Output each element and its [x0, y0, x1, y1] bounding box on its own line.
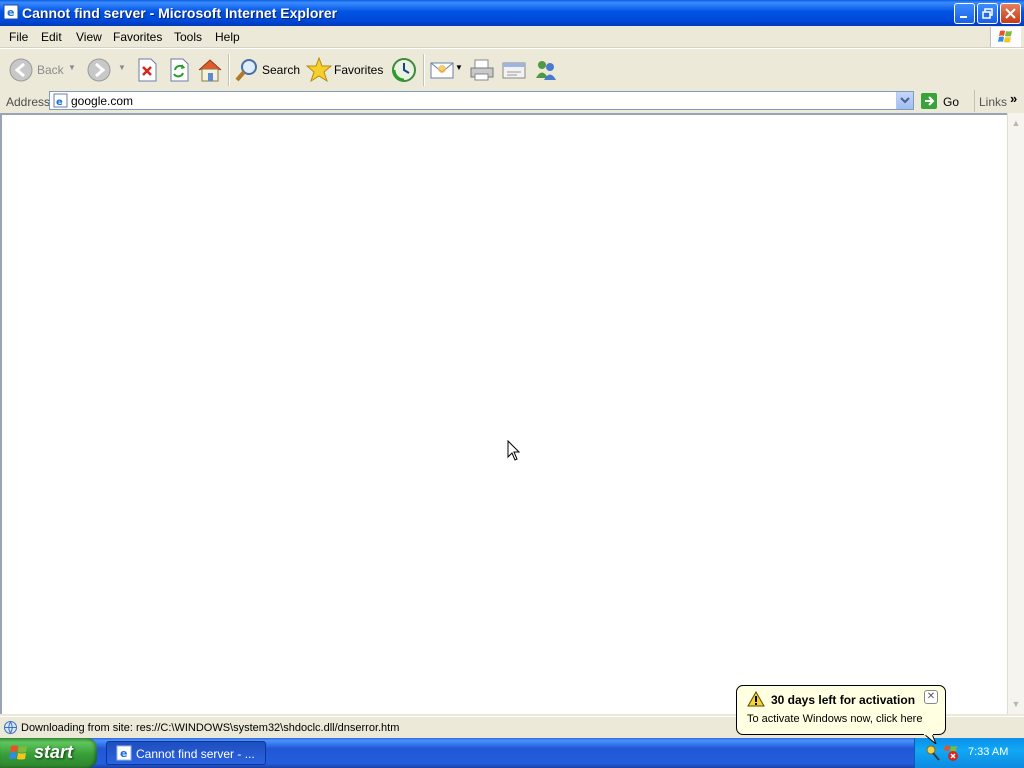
- forward-button[interactable]: ▼: [86, 55, 128, 85]
- mail-icon: [430, 62, 454, 79]
- back-button[interactable]: Back ▼: [6, 55, 76, 85]
- address-dropdown-button[interactable]: [896, 92, 913, 109]
- taskbar-item-label: Cannot find server - ...: [136, 747, 255, 761]
- mail-dropdown-icon[interactable]: ▼: [455, 63, 463, 72]
- svg-text:e: e: [7, 6, 14, 19]
- back-label: Back: [37, 63, 64, 77]
- minimize-icon: [960, 16, 967, 18]
- menu-view[interactable]: View: [76, 30, 102, 44]
- back-dropdown-icon[interactable]: ▼: [68, 63, 76, 72]
- vertical-scrollbar[interactable]: ▲ ▼: [1007, 113, 1024, 714]
- title-bar[interactable]: e Cannot find server - Microsoft Interne…: [0, 0, 1024, 26]
- go-button[interactable]: Go: [920, 92, 970, 110]
- history-button[interactable]: [390, 55, 418, 85]
- address-bar: Address e google.com Go Links »: [0, 90, 1024, 114]
- favorites-button[interactable]: Favorites: [305, 55, 385, 85]
- search-icon: [235, 59, 257, 82]
- scroll-down-icon[interactable]: ▼: [1008, 696, 1024, 712]
- restore-icon: [982, 8, 993, 19]
- close-icon: [1005, 8, 1016, 19]
- edit-page-icon: [502, 62, 526, 79]
- home-button[interactable]: [196, 55, 224, 85]
- address-input[interactable]: e google.com: [49, 91, 914, 110]
- home-icon: [198, 59, 222, 82]
- menu-help[interactable]: Help: [215, 30, 240, 44]
- go-arrow-icon: [921, 93, 937, 109]
- start-button[interactable]: start: [0, 738, 97, 768]
- links-button[interactable]: Links: [979, 95, 1007, 109]
- edit-button[interactable]: [500, 55, 528, 85]
- scroll-up-icon[interactable]: ▲: [1008, 115, 1024, 131]
- go-label: Go: [943, 95, 960, 109]
- window-title: Cannot find server - Microsoft Internet …: [22, 5, 338, 21]
- warning-icon: [747, 691, 765, 707]
- close-button[interactable]: [1000, 3, 1021, 24]
- page-icon: e: [53, 93, 68, 108]
- activation-key-icon[interactable]: [925, 744, 941, 762]
- address-separator: [974, 90, 975, 112]
- standard-toolbar: Back ▼ ▼ Search Favorites ▼: [0, 48, 1024, 92]
- search-button[interactable]: Search: [233, 55, 301, 85]
- balloon-tail: [924, 734, 937, 744]
- status-text: Downloading from site: res://C:\WINDOWS\…: [21, 722, 400, 734]
- toolbar-separator: [423, 54, 425, 86]
- search-label: Search: [262, 63, 301, 77]
- taskbar: start e Cannot find server - ... 7:33 AM: [0, 738, 1024, 768]
- favorites-label: Favorites: [334, 63, 384, 77]
- refresh-button[interactable]: [166, 55, 192, 85]
- balloon-message[interactable]: To activate Windows now, click here: [747, 713, 922, 725]
- refresh-icon: [170, 58, 189, 82]
- activation-balloon[interactable]: 30 days left for activation To activate …: [736, 685, 946, 735]
- taskbar-item-internet-explorer[interactable]: e Cannot find server - ...: [106, 741, 266, 765]
- menu-edit[interactable]: Edit: [41, 30, 62, 44]
- page-content[interactable]: [0, 113, 1007, 714]
- stop-button[interactable]: [134, 55, 160, 85]
- messenger-icon: [536, 61, 556, 80]
- minimize-button[interactable]: [954, 3, 975, 24]
- mail-button[interactable]: ▼: [428, 55, 464, 85]
- windows-flag-icon: [9, 745, 27, 760]
- menu-bar: File Edit View Favorites Tools Help: [0, 26, 1024, 48]
- history-icon: [392, 58, 416, 82]
- svg-text:e: e: [56, 97, 63, 108]
- balloon-title: 30 days left for activation: [771, 693, 916, 707]
- forward-arrow-icon: [87, 58, 111, 82]
- address-value: google.com: [71, 94, 134, 108]
- menu-tools[interactable]: Tools: [174, 30, 202, 44]
- balloon-close-button[interactable]: ✕: [924, 690, 938, 704]
- back-arrow-icon: [9, 58, 33, 82]
- ie-icon: e: [3, 4, 19, 20]
- clock[interactable]: 7:33 AM: [968, 746, 1008, 758]
- print-button[interactable]: [468, 55, 496, 85]
- ie-icon: e: [116, 745, 132, 761]
- mouse-cursor-icon: [507, 440, 521, 461]
- security-alert-icon[interactable]: [943, 744, 959, 762]
- chevron-down-icon: [900, 97, 910, 104]
- loading-page-icon: [4, 721, 17, 734]
- menu-file[interactable]: File: [9, 30, 28, 44]
- messenger-button[interactable]: [532, 55, 560, 85]
- address-label: Address: [6, 95, 51, 109]
- svg-text:e: e: [120, 747, 127, 760]
- printer-icon: [470, 59, 494, 81]
- start-label: start: [34, 742, 74, 762]
- restore-button[interactable]: [977, 3, 998, 24]
- toolbar-separator: [228, 54, 230, 86]
- menu-favorites[interactable]: Favorites: [113, 30, 162, 44]
- windows-logo-icon: [990, 27, 1021, 47]
- links-chevron-icon[interactable]: »: [1010, 91, 1017, 106]
- stop-icon: [138, 58, 157, 82]
- forward-dropdown-icon[interactable]: ▼: [118, 63, 126, 72]
- favorites-star-icon: [306, 57, 332, 83]
